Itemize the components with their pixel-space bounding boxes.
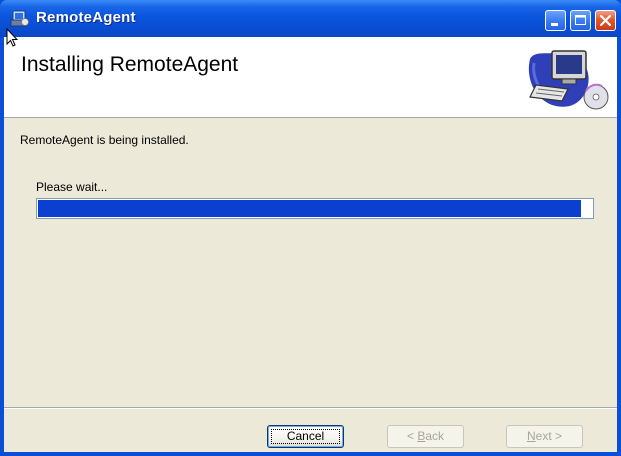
dialog-body: Installing RemoteAgent RemoteAgent is be… [4,37,617,452]
app-installer-icon [10,8,30,28]
cancel-button[interactable]: Cancel [267,425,344,448]
maximize-icon [575,15,586,25]
header-banner: Installing RemoteAgent [4,37,617,118]
window-border-left [0,37,4,456]
window-title: RemoteAgent [36,9,136,26]
next-rest: ext > [535,429,563,443]
button-separator [4,407,617,409]
page-title: Installing RemoteAgent [21,53,239,76]
maximize-button[interactable] [570,10,591,31]
minimize-icon [551,23,558,26]
close-icon [599,14,612,27]
minimize-button[interactable] [545,10,566,31]
focus-rectangle [271,429,340,444]
back-button[interactable]: < Back [387,425,464,448]
close-button[interactable] [595,10,616,31]
wait-label: Please wait... [36,180,108,194]
next-mnemonic: N [526,429,536,443]
back-rest: ack [425,429,445,443]
status-message: RemoteAgent is being installed. [20,133,189,147]
back-prefix: < [406,429,418,443]
progress-bar [36,198,594,219]
window-border-bottom [0,452,621,456]
title-bar[interactable]: RemoteAgent [0,0,621,37]
progress-fill [38,200,581,217]
computer-installer-icon [522,45,612,113]
next-button[interactable]: Next > [506,425,583,448]
window-border-right [617,37,621,456]
mouse-cursor-icon [6,28,19,47]
installer-window: RemoteAgent Installing RemoteAgent Remot… [0,0,621,456]
